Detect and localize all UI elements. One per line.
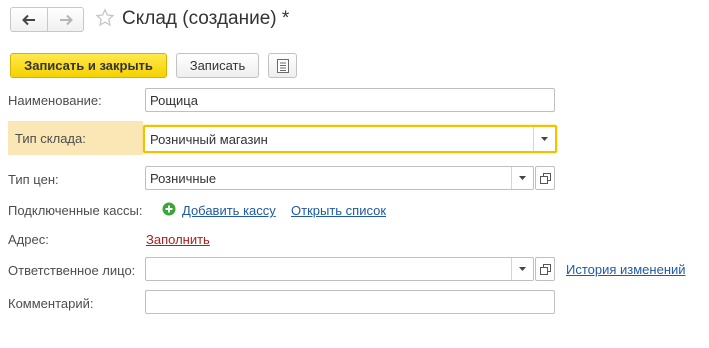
- forward-button[interactable]: [47, 8, 83, 31]
- warehouse-type-value: Розничный магазин: [150, 131, 268, 147]
- price-type-open-button[interactable]: [535, 166, 555, 190]
- price-type-label: Тип цен:: [8, 172, 59, 187]
- open-window-icon: [539, 172, 551, 184]
- more-button[interactable]: [268, 53, 297, 78]
- navigation-buttons: [10, 7, 84, 32]
- comment-field[interactable]: [145, 290, 555, 314]
- save-button[interactable]: Записать: [176, 53, 259, 78]
- comment-label: Комментарий:: [8, 296, 94, 311]
- responsible-open-button[interactable]: [535, 257, 555, 281]
- name-label: Наименование:: [8, 93, 102, 108]
- warehouse-type-dropdown-button[interactable]: [533, 127, 555, 151]
- page-title: Склад (создание) *: [122, 8, 290, 29]
- address-label: Адрес:: [8, 232, 49, 247]
- price-type-dropdown-button[interactable]: [511, 167, 533, 189]
- warehouse-type-select[interactable]: Розничный магазин: [143, 125, 557, 153]
- name-value: Рощица: [150, 92, 198, 108]
- name-field[interactable]: Рощица: [145, 88, 555, 112]
- price-type-value: Розничные: [150, 170, 217, 186]
- back-button[interactable]: [11, 8, 47, 31]
- add-register-link[interactable]: Добавить кассу: [182, 203, 276, 218]
- star-icon[interactable]: [95, 8, 115, 28]
- responsible-select[interactable]: [145, 257, 534, 281]
- arrow-left-icon: [22, 14, 35, 25]
- change-history-link[interactable]: История изменений: [566, 262, 686, 277]
- plus-circle-icon[interactable]: [162, 202, 176, 216]
- fill-address-link[interactable]: Заполнить: [146, 232, 210, 247]
- arrow-right-icon: [59, 14, 73, 25]
- chevron-down-icon: [541, 137, 548, 141]
- responsible-dropdown-button[interactable]: [511, 258, 533, 280]
- registers-label: Подключенные кассы:: [8, 203, 143, 218]
- chevron-down-icon: [519, 267, 526, 271]
- open-list-link[interactable]: Открыть список: [291, 203, 386, 218]
- document-list-icon: [276, 58, 289, 73]
- open-window-icon: [539, 263, 551, 275]
- price-type-select[interactable]: Розничные: [145, 166, 534, 190]
- responsible-label: Ответственное лицо:: [8, 263, 136, 278]
- save-and-close-button[interactable]: Записать и закрыть: [10, 53, 167, 78]
- warehouse-type-label: Тип склада:: [15, 131, 86, 146]
- chevron-down-icon: [519, 176, 526, 180]
